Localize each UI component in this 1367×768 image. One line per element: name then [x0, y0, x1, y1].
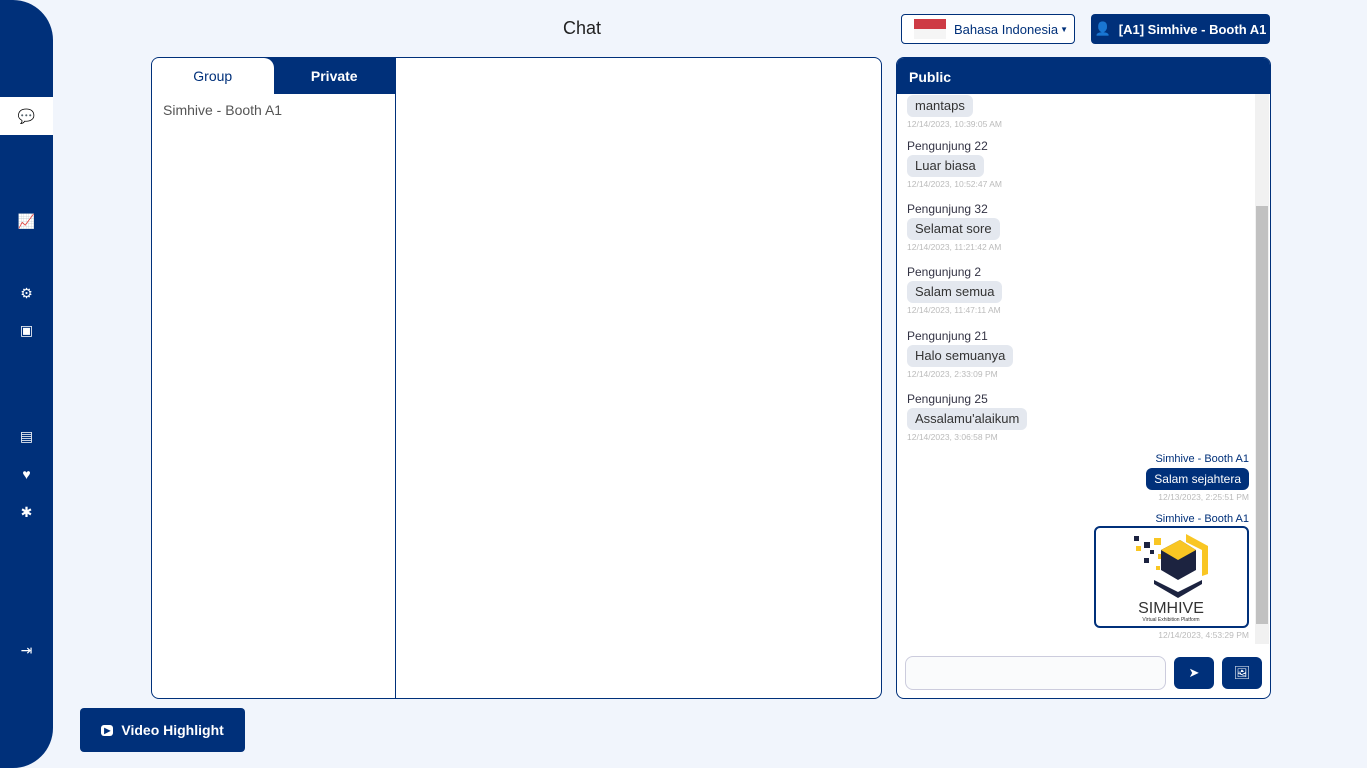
- video-highlight-button[interactable]: ▶ Video Highlight: [80, 708, 245, 752]
- message-bubble: Assalamu'alaikum: [907, 408, 1028, 430]
- message-sender: Pengunjung 22: [907, 139, 988, 153]
- conversation-item[interactable]: Simhive - Booth A1: [152, 94, 395, 126]
- chat-panel: Group Private Simhive - Booth A1: [151, 57, 882, 699]
- message-input[interactable]: [905, 656, 1166, 690]
- archive-icon: ▤: [19, 427, 34, 444]
- user-menu-button[interactable]: 👤 [A1] Simhive - Booth A1: [1091, 14, 1270, 44]
- caret-down-icon: ▼: [1060, 24, 1069, 34]
- chart-line-icon: 📈: [17, 212, 36, 229]
- send-icon: ➤: [1188, 665, 1200, 680]
- message-list: mantaps 12/14/2023, 10:39:05 AM Pengunjun…: [897, 94, 1255, 644]
- user-label: [A1] Simhive - Booth A1: [1118, 21, 1267, 37]
- user-icon: 👤: [1094, 21, 1111, 36]
- message-bubble: Salam semua: [907, 281, 1003, 303]
- message-bubble: mantaps: [907, 95, 973, 117]
- message-bubble: Luar biasa: [907, 155, 984, 177]
- svg-text:SIMHIVE: SIMHIVE: [1138, 600, 1204, 617]
- conversation-list: Group Private Simhive - Booth A1: [152, 58, 396, 698]
- video-highlight-label: Video Highlight: [121, 722, 224, 738]
- upload-image-button[interactable]: 🖼: [1222, 657, 1262, 689]
- message-bubble: Selamat sore: [907, 218, 1000, 240]
- message-time: 12/14/2023, 4:53:29 PM: [1158, 630, 1249, 640]
- youtube-icon: ▶: [101, 724, 114, 736]
- scrollbar-thumb[interactable]: [1256, 206, 1268, 624]
- page-title: Chat: [563, 18, 602, 38]
- sidebar-item-analytics[interactable]: 📈: [0, 202, 53, 240]
- scrollbar[interactable]: [1255, 94, 1269, 644]
- sign-out-icon: ⇥: [20, 641, 33, 658]
- send-button[interactable]: ➤: [1174, 657, 1214, 689]
- sidebar-item-archive[interactable]: ▤: [0, 417, 53, 455]
- message-sender: Simhive - Booth A1: [1155, 453, 1249, 465]
- svg-text:Virtual Exhibition Platform: Virtual Exhibition Platform: [1142, 617, 1199, 623]
- image-icon: 🖼: [1233, 665, 1251, 680]
- sidebar-item-products[interactable]: ▣: [0, 311, 53, 349]
- sidebar-item-bug[interactable]: ✱: [0, 493, 53, 531]
- message-bubble: Halo semuanya: [907, 345, 1014, 367]
- own-message-bubble: Salam sejahtera: [1146, 468, 1249, 490]
- message-sender: Simhive - Booth A1: [1155, 513, 1249, 525]
- language-label: Bahasa Indonesia: [954, 21, 1059, 37]
- message-sender: Pengunjung 21: [907, 329, 988, 343]
- sidebar-item-chat[interactable]: 💬: [0, 97, 53, 135]
- public-chat-title: Public: [897, 58, 1270, 94]
- sidebar: 💬 📈 ⚙ ▣ ▤ ♥ ✱ ⇥: [0, 0, 53, 768]
- message-time: 12/14/2023, 11:21:42 AM: [907, 242, 1002, 252]
- message-time: 12/14/2023, 11:47:11 AM: [907, 305, 1001, 315]
- image-message[interactable]: SIMHIVE Virtual Exhibition Platform: [1094, 526, 1249, 628]
- language-dropdown[interactable]: Bahasa Indonesia ▼: [901, 14, 1075, 44]
- sidebar-item-logout[interactable]: ⇥: [0, 631, 53, 669]
- public-chat-panel: Public mantaps 12/14/2023, 10:39:05 AM Pe…: [896, 57, 1271, 699]
- tab-group[interactable]: Group: [152, 58, 274, 94]
- message-sender: Pengunjung 25: [907, 392, 988, 406]
- box-open-icon: ▣: [19, 321, 34, 338]
- tab-private[interactable]: Private: [274, 58, 396, 94]
- sidebar-item-settings[interactable]: ⚙: [0, 274, 53, 312]
- comments-icon: 💬: [17, 107, 36, 124]
- message-time: 12/14/2023, 3:06:58 PM: [907, 432, 998, 442]
- sidebar-item-favorites[interactable]: ♥: [0, 455, 53, 493]
- message-time: 12/14/2023, 10:39:05 AM: [907, 119, 1002, 129]
- bug-icon: ✱: [20, 503, 33, 520]
- simhive-logo: SIMHIVE Virtual Exhibition Platform: [1134, 534, 1208, 623]
- message-time: 12/14/2023, 10:52:47 AM: [907, 179, 1002, 189]
- message-sender: Pengunjung 2: [907, 265, 982, 279]
- heart-icon: ♥: [22, 466, 31, 482]
- indonesia-flag-icon: [914, 19, 946, 39]
- cogs-icon: ⚙: [20, 284, 33, 301]
- message-sender: Pengunjung 32: [907, 202, 988, 216]
- message-time: 12/13/2023, 2:25:51 PM: [1158, 492, 1249, 502]
- message-time: 12/14/2023, 2:33:09 PM: [907, 369, 998, 379]
